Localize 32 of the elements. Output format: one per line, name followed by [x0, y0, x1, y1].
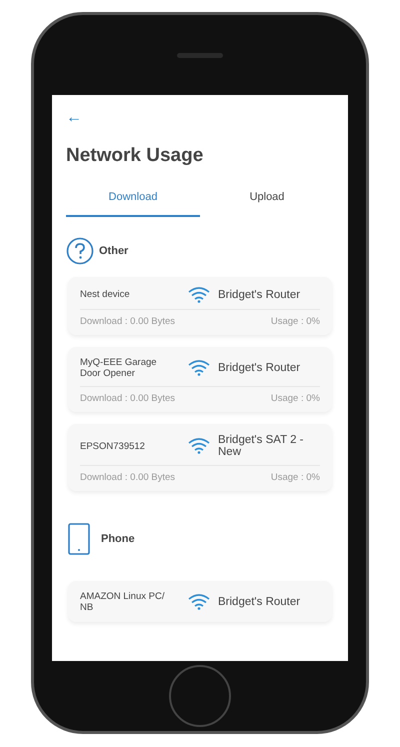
device-card[interactable]: EPSON739512 Bridget's SAT 2 - New Download : 0.00 Bytes Usage : 0%: [68, 424, 332, 492]
wifi-icon: [188, 594, 210, 610]
device-name: AMAZON Linux PC/ NB: [80, 591, 166, 614]
speaker-grille: [177, 52, 223, 58]
wifi-icon: [188, 438, 210, 454]
device-name: Nest device: [80, 289, 131, 301]
back-button[interactable]: ←: [66, 109, 82, 127]
device-card[interactable]: AMAZON Linux PC/ NB Bridget's Router: [68, 581, 332, 622]
network-name: Bridget's SAT 2 - New: [218, 434, 304, 460]
network-name: Bridget's Router: [218, 288, 302, 302]
usage-text: Usage : 0%: [270, 392, 320, 404]
wifi-icon: [188, 287, 210, 303]
group-label: Phone: [101, 533, 135, 546]
network-name: Bridget's Router: [218, 362, 302, 375]
device-name: MyQ-EEE Garage Door Opener: [80, 357, 158, 380]
tab[interactable]: Download: [66, 183, 200, 217]
tab[interactable]: Upload: [200, 183, 334, 217]
home-button[interactable]: [169, 665, 231, 727]
download-text: Download : 0.00 Bytes: [80, 472, 176, 484]
download-text: Download : 0.00 Bytes: [80, 392, 176, 404]
device-name: EPSON739512: [80, 440, 146, 452]
device-card[interactable]: Nest device Bridget's Router Download : 0.00 Bytes Usage : 0%: [68, 277, 332, 335]
group-label: Other: [99, 245, 128, 257]
phone-icon: [68, 523, 90, 556]
download-text: Download : 0.00 Bytes: [80, 316, 176, 327]
network-name: Bridget's Router: [218, 596, 302, 609]
usage-text: Usage : 0%: [270, 472, 320, 484]
device-card[interactable]: MyQ-EEE Garage Door Opener Bridget's Router Download : 0.00 Bytes Usage : 0%: [68, 347, 332, 412]
usage-text: Usage : 0%: [270, 316, 320, 327]
page-title: Network Usage: [66, 145, 204, 167]
wifi-icon: [188, 360, 210, 376]
question-icon: [66, 237, 94, 265]
